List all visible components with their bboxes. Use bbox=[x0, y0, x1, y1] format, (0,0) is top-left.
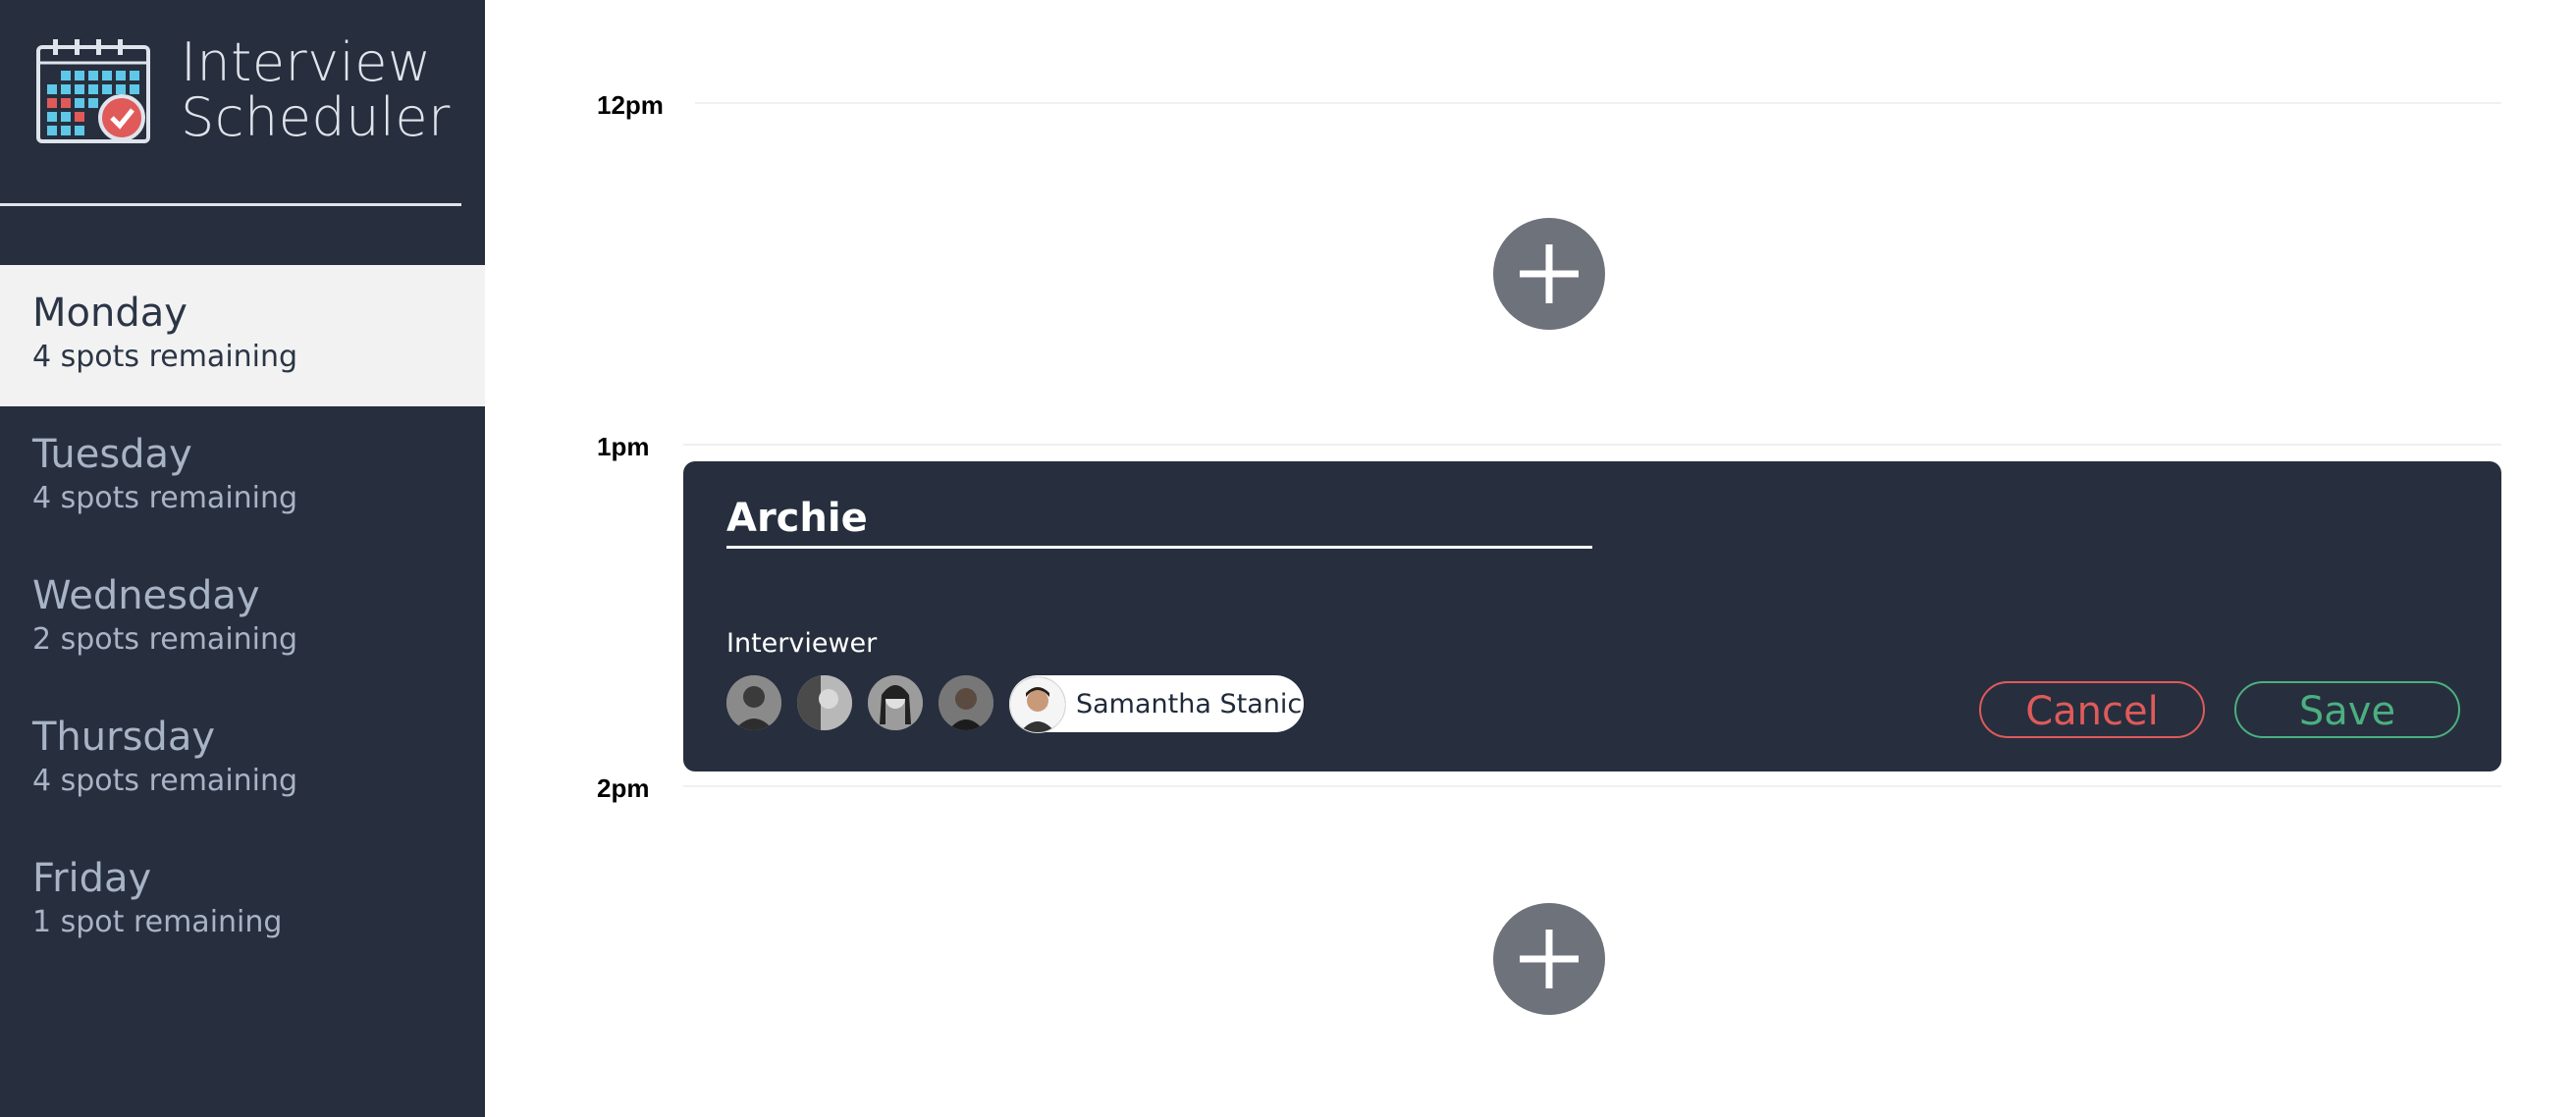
selected-interviewer-avatar bbox=[1009, 676, 1066, 733]
plus-icon bbox=[1520, 244, 1579, 303]
time-divider bbox=[683, 444, 2501, 446]
day-name: Friday bbox=[32, 856, 152, 901]
day-name: Thursday bbox=[32, 715, 215, 760]
interviewer-avatar[interactable] bbox=[868, 675, 923, 730]
day-name: Wednesday bbox=[32, 573, 260, 618]
calendar-logo-icon bbox=[35, 37, 153, 145]
time-label-2pm: 2pm bbox=[597, 773, 650, 803]
day-name: Monday bbox=[32, 291, 188, 336]
app-title-line1: Interview bbox=[181, 31, 432, 93]
day-spots: 4 spots remaining bbox=[32, 764, 298, 798]
day-item-tuesday[interactable]: Tuesday 4 spots remaining bbox=[0, 406, 485, 548]
appointment-form: Interviewer bbox=[683, 461, 2501, 771]
day-item-monday[interactable]: Monday 4 spots remaining bbox=[0, 265, 485, 406]
sidebar: Interview Scheduler Monday 4 spots remai… bbox=[0, 0, 485, 1117]
day-item-friday[interactable]: Friday 1 spot remaining bbox=[0, 830, 485, 972]
student-name-input[interactable] bbox=[726, 491, 1592, 549]
day-spots: 4 spots remaining bbox=[32, 340, 298, 374]
selected-interviewer-name: Samantha Stanic bbox=[1076, 689, 1303, 719]
app-title-line2: Scheduler bbox=[181, 86, 451, 148]
day-spots: 2 spots remaining bbox=[32, 622, 298, 657]
save-button[interactable]: Save bbox=[2234, 681, 2460, 738]
day-item-wednesday[interactable]: Wednesday 2 spots remaining bbox=[0, 548, 485, 689]
time-divider bbox=[683, 785, 2501, 787]
app-title: Interview Scheduler bbox=[181, 35, 451, 145]
add-appointment-button[interactable] bbox=[1493, 218, 1605, 330]
interviewer-avatar[interactable] bbox=[726, 675, 781, 730]
interviewer-avatar[interactable] bbox=[797, 675, 852, 730]
time-label-1pm: 1pm bbox=[597, 432, 650, 461]
cancel-button[interactable]: Cancel bbox=[1979, 681, 2205, 738]
day-spots: 4 spots remaining bbox=[32, 481, 298, 515]
divider bbox=[0, 203, 461, 206]
day-spots: 1 spot remaining bbox=[32, 905, 283, 939]
selected-interviewer[interactable]: Samantha Stanic bbox=[1009, 675, 1304, 733]
time-label-12pm: 12pm bbox=[597, 90, 664, 120]
plus-icon bbox=[1520, 930, 1579, 988]
interviewer-label: Interviewer bbox=[726, 628, 878, 659]
add-appointment-button[interactable] bbox=[1493, 903, 1605, 1015]
time-divider bbox=[695, 102, 2501, 104]
interviewer-avatar[interactable] bbox=[939, 675, 993, 730]
day-name: Tuesday bbox=[32, 432, 192, 477]
day-item-thursday[interactable]: Thursday 4 spots remaining bbox=[0, 689, 485, 830]
